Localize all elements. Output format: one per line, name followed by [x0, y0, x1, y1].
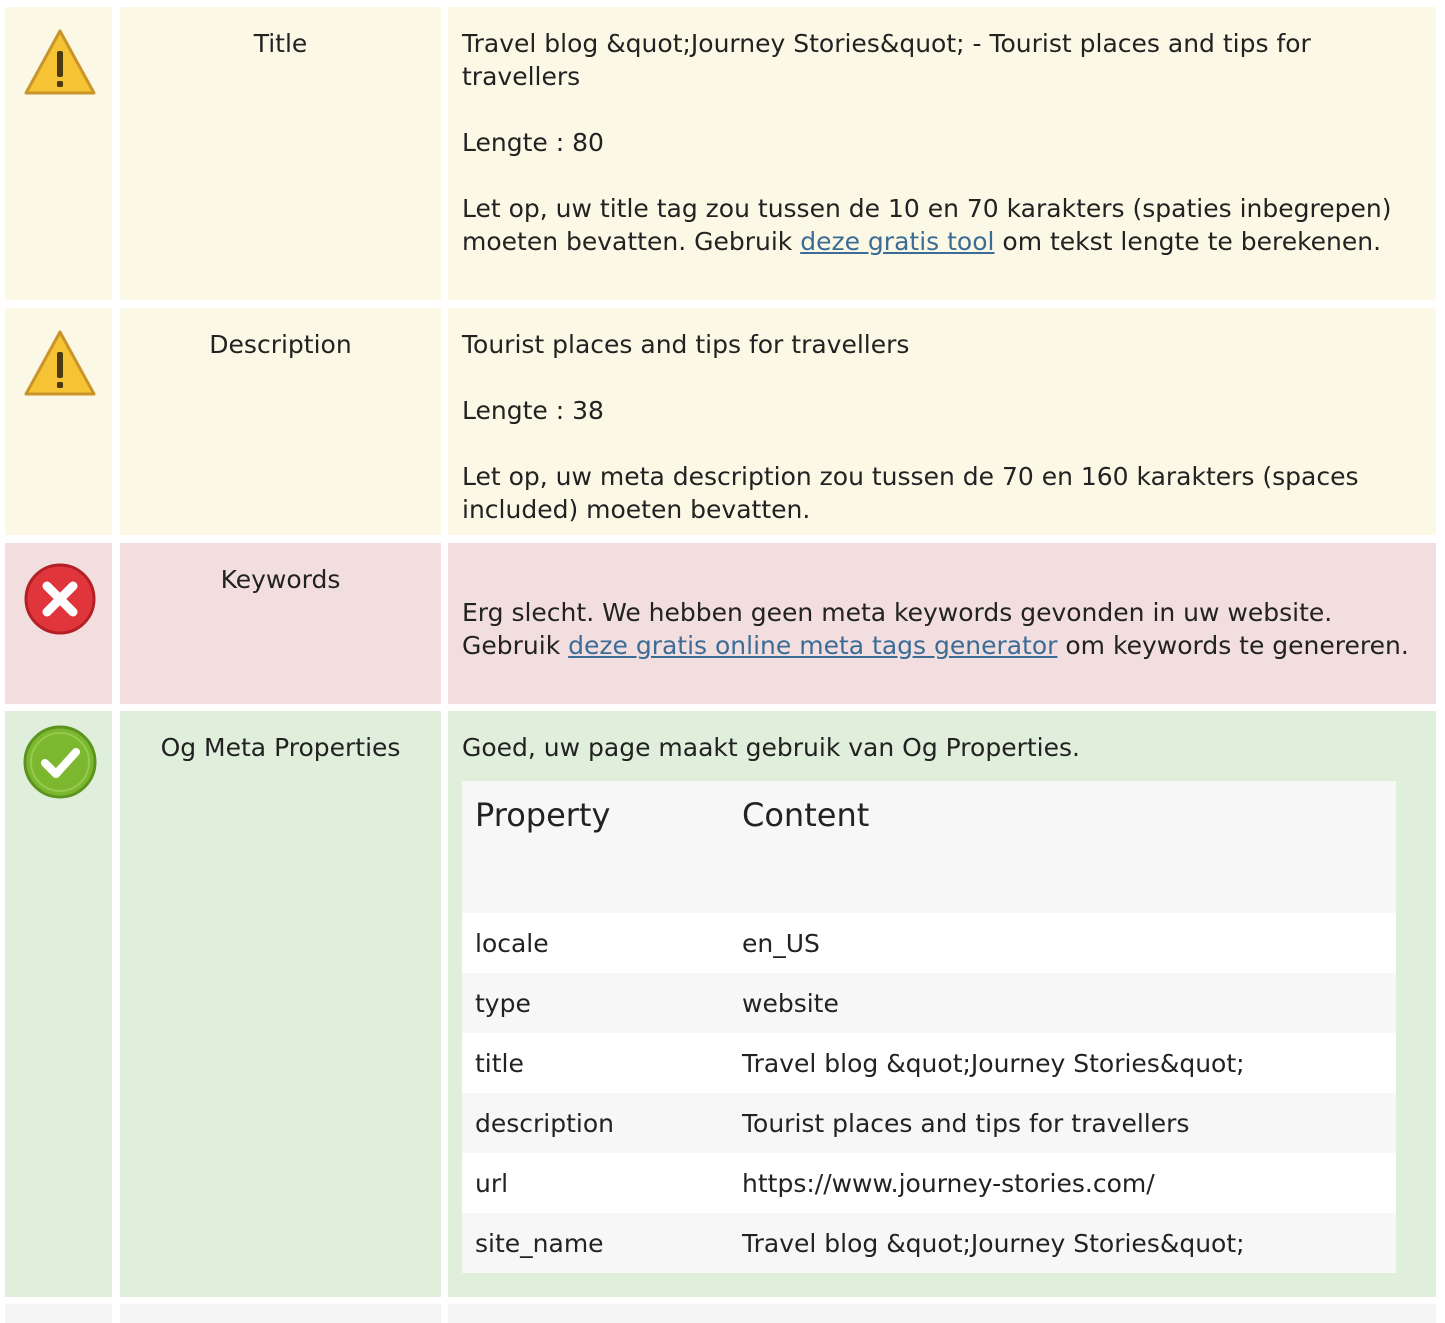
row-body: Travel blog &quot;Journey Stories&quot; …: [448, 7, 1436, 300]
warning-triangle-icon: [22, 25, 98, 101]
description-value: Tourist places and tips for travellers: [462, 330, 910, 359]
error-x-icon: [22, 561, 98, 637]
status-cell: [5, 1304, 112, 1323]
description-note: Let op, uw meta description zou tussen d…: [462, 462, 1359, 524]
content-cell: website: [742, 989, 839, 1018]
title-note: Let op, uw title tag zou tussen de 10 en…: [462, 192, 1422, 258]
property-cell: title: [475, 1049, 524, 1078]
table-row: url https://www.journey-stories.com/: [462, 1153, 1396, 1213]
table-row: title Travel blog &quot;Journey Stories&…: [462, 1033, 1396, 1093]
status-cell: [5, 308, 112, 535]
keywords-note-text-end: om keywords te genereren.: [1057, 631, 1409, 660]
check-circle-icon: [22, 723, 98, 799]
content-cell: Travel blog &quot;Journey Stories&quot;: [742, 1049, 1245, 1078]
row-body: Erg slecht. We hebben geen meta keywords…: [448, 543, 1436, 704]
content-cell: Tourist places and tips for travellers: [742, 1109, 1190, 1138]
property-cell: site_name: [475, 1229, 604, 1258]
result-row-next: [0, 1304, 1445, 1323]
result-row-description: Description Tourist places and tips for …: [0, 308, 1445, 535]
description-length: Lengte : 38: [462, 396, 604, 425]
title-note-text-end: om tekst lengte te berekenen.: [994, 227, 1382, 256]
table-row: locale en_US: [462, 913, 1396, 973]
row-label-text: Og Meta Properties: [160, 733, 401, 762]
result-row-title: Title Travel blog &quot;Journey Stories&…: [0, 7, 1445, 300]
warning-triangle-icon: [22, 326, 98, 402]
meta-tags-generator-link[interactable]: deze gratis online meta tags generator: [568, 631, 1057, 660]
title-length: Lengte : 80: [462, 128, 604, 157]
row-label: [120, 1304, 441, 1323]
status-cell: [5, 711, 112, 1297]
table-row: description Tourist places and tips for …: [462, 1093, 1396, 1153]
header-content: Content: [742, 796, 870, 834]
row-label: Og Meta Properties: [120, 711, 441, 1297]
row-body: Goed, uw page maakt gebruik van Og Prope…: [448, 711, 1436, 1297]
og-properties-table: Property Content locale en_US type websi…: [462, 781, 1396, 1273]
title-value: Travel blog &quot;Journey Stories&quot; …: [462, 29, 1311, 91]
row-body: [448, 1304, 1436, 1323]
content-cell: en_US: [742, 929, 820, 958]
row-body: Tourist places and tips for travellers L…: [448, 308, 1436, 535]
table-row: site_name Travel blog &quot;Journey Stor…: [462, 1213, 1396, 1273]
property-cell: description: [475, 1109, 615, 1138]
status-cell: [5, 7, 112, 300]
property-cell: url: [475, 1169, 509, 1198]
result-row-og-properties: Og Meta Properties Goed, uw page maakt g…: [0, 711, 1445, 1297]
row-label-text: Title: [253, 29, 308, 58]
row-label: Keywords: [120, 543, 441, 704]
property-cell: locale: [475, 929, 549, 958]
status-cell: [5, 543, 112, 704]
og-message: Goed, uw page maakt gebruik van Og Prope…: [462, 733, 1080, 762]
content-cell: Travel blog &quot;Journey Stories&quot;: [742, 1229, 1245, 1258]
free-tool-link[interactable]: deze gratis tool: [800, 227, 994, 256]
keywords-note: Erg slecht. We hebben geen meta keywords…: [462, 596, 1422, 662]
table-header: Property Content: [462, 781, 1396, 913]
result-row-keywords: Keywords Erg slecht. We hebben geen meta…: [0, 543, 1445, 704]
row-label-text: Keywords: [220, 565, 341, 594]
content-cell: https://www.journey-stories.com/: [742, 1169, 1155, 1198]
row-label: Title: [120, 7, 441, 300]
header-property: Property: [475, 796, 611, 834]
table-row: type website: [462, 973, 1396, 1033]
row-label: Description: [120, 308, 441, 535]
row-label-text: Description: [209, 330, 352, 359]
property-cell: type: [475, 989, 531, 1018]
